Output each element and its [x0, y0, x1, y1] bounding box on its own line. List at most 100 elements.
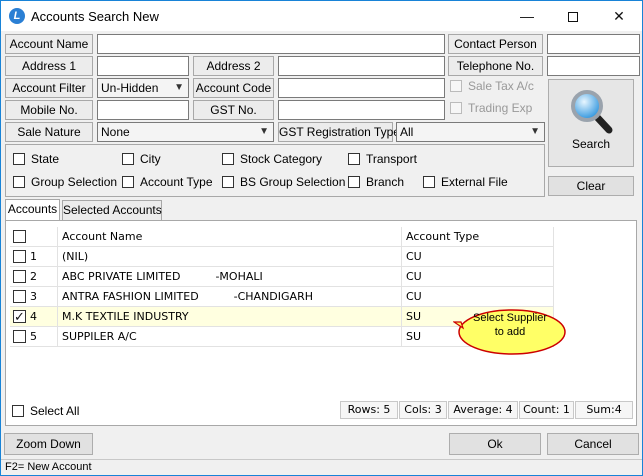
column-header-account-name[interactable]: Account Name — [58, 227, 402, 247]
account-type-cell[interactable]: CU — [402, 287, 554, 307]
stat-average: Average: 4 — [448, 401, 518, 419]
address2-input[interactable] — [278, 56, 445, 76]
bs-group-selection-label: BS Group Selection — [240, 175, 346, 189]
select-all-checkbox[interactable]: Select All — [12, 404, 79, 418]
row-checkbox[interactable] — [13, 270, 26, 283]
title-bar: L Accounts Search New — ✕ — [1, 1, 642, 31]
search-button-label: Search — [571, 137, 611, 151]
address1-label: Address 1 — [5, 56, 93, 76]
account-type-cell[interactable]: CU — [402, 247, 554, 267]
state-checkbox[interactable]: State — [13, 152, 59, 166]
close-button[interactable]: ✕ — [596, 1, 642, 31]
checkbox-icon — [423, 176, 435, 188]
stock-category-checkbox[interactable]: Stock Category — [222, 152, 322, 166]
checkbox-icon — [122, 153, 134, 165]
account-name-cell[interactable]: ABC PRIVATE LIMITED -MOHALI — [58, 267, 402, 287]
callout-line2: to add — [494, 326, 526, 338]
row-select-cell[interactable]: 4 — [10, 307, 58, 327]
stat-cols: Cols: 3 — [399, 401, 447, 419]
account-name-cell[interactable]: (NIL) — [58, 247, 402, 267]
cancel-button[interactable]: Cancel — [547, 433, 639, 455]
row-checkbox[interactable] — [13, 290, 26, 303]
trading-exp-label: Trading Exp — [468, 101, 533, 115]
sale-nature-label: Sale Nature — [5, 122, 93, 142]
grid-header-select — [10, 227, 58, 247]
sale-nature-value: None — [101, 125, 130, 139]
row-select-cell[interactable]: 3 — [10, 287, 58, 307]
row-checkbox[interactable] — [13, 308, 26, 326]
row-checkbox[interactable] — [13, 330, 26, 343]
sale-tax-label: Sale Tax A/c — [468, 79, 534, 93]
bs-group-selection-checkbox[interactable]: BS Group Selection — [222, 175, 345, 189]
callout-annotation: Select Supplier to add — [452, 308, 567, 356]
contact-person-label: Contact Person — [448, 34, 543, 54]
row-select-cell[interactable]: 2 — [10, 267, 58, 287]
gst-input[interactable] — [278, 100, 445, 120]
group-selection-checkbox[interactable]: Group Selection — [13, 175, 117, 189]
row-number: 4 — [30, 310, 37, 323]
account-name-input[interactable] — [97, 34, 445, 54]
status-bar: F2= New Account — [1, 459, 642, 475]
row-number: 2 — [30, 270, 37, 283]
sale-nature-select[interactable]: None ▼ — [97, 122, 274, 142]
ok-button[interactable]: Ok — [449, 433, 541, 455]
checkbox-icon — [348, 153, 360, 165]
address1-input[interactable] — [97, 56, 189, 76]
city-checkbox[interactable]: City — [122, 152, 161, 166]
checkbox-icon — [348, 176, 360, 188]
gst-reg-type-label: GST Registration Type — [278, 122, 400, 142]
contact-person-input[interactable] — [547, 34, 640, 54]
column-header-account-type[interactable]: Account Type — [402, 227, 554, 247]
stock-category-label: Stock Category — [240, 152, 323, 166]
account-code-input[interactable] — [278, 78, 445, 98]
maximize-icon — [568, 12, 578, 23]
checkbox-icon — [12, 405, 24, 417]
checkbox-icon — [122, 176, 134, 188]
row-select-cell[interactable]: 5 — [10, 327, 58, 347]
mobile-input[interactable] — [97, 100, 189, 120]
header-checkbox[interactable] — [13, 230, 26, 243]
chevron-down-icon: ▼ — [259, 126, 269, 137]
row-checkbox[interactable] — [13, 250, 26, 263]
gst-reg-type-value: All — [400, 125, 414, 139]
telephone-input[interactable] — [547, 56, 640, 76]
telephone-label: Telephone No. — [448, 56, 543, 76]
row-select-cell[interactable]: 1 — [10, 247, 58, 267]
transport-checkbox[interactable]: Transport — [348, 152, 417, 166]
account-type-cell[interactable]: CU — [402, 267, 554, 287]
row-number: 3 — [30, 290, 37, 303]
city-label: City — [140, 152, 161, 166]
filter-group: State City Stock Category Transport Grou… — [5, 144, 545, 197]
trading-exp-checkbox[interactable]: Trading Exp — [450, 101, 532, 115]
branch-label: Branch — [366, 175, 405, 189]
external-file-label: External File — [441, 175, 508, 189]
zoom-down-button[interactable]: Zoom Down — [4, 433, 93, 455]
account-name-cell[interactable]: SUPPILER A/C — [58, 327, 402, 347]
account-name-cell[interactable]: ANTRA FASHION LIMITED -CHANDIGARH — [58, 287, 402, 307]
minimize-button[interactable]: — — [504, 1, 550, 31]
checkbox-icon — [13, 176, 25, 188]
gst-reg-type-select[interactable]: All ▼ — [396, 122, 545, 142]
clear-button[interactable]: Clear — [548, 176, 634, 196]
stat-count: Count: 1 — [519, 401, 574, 419]
sale-tax-checkbox[interactable]: Sale Tax A/c — [450, 79, 534, 93]
maximize-button[interactable] — [550, 1, 596, 31]
mobile-label: Mobile No. — [5, 100, 93, 120]
gst-label: GST No. — [193, 100, 274, 120]
external-file-checkbox[interactable]: External File — [423, 175, 508, 189]
account-filter-value: Un-Hidden — [101, 81, 159, 95]
chevron-down-icon: ▼ — [530, 126, 540, 137]
checkbox-icon — [450, 102, 462, 114]
account-code-label: Account Code — [193, 78, 274, 98]
account-filter-select[interactable]: Un-Hidden ▼ — [97, 78, 189, 98]
account-type-checkbox[interactable]: Account Type — [122, 175, 213, 189]
stat-rows: Rows: 5 — [340, 401, 398, 419]
branch-checkbox[interactable]: Branch — [348, 175, 404, 189]
tab-selected-accounts[interactable]: Selected Accounts — [62, 200, 162, 220]
account-name-cell[interactable]: M.K TEXTILE INDUSTRY — [58, 307, 402, 327]
tab-accounts[interactable]: Accounts — [5, 199, 60, 220]
accounts-search-window: L Accounts Search New — ✕ Account Name C… — [0, 0, 643, 476]
window-title: Accounts Search New — [31, 9, 159, 24]
search-button[interactable]: Search — [548, 79, 634, 167]
stat-sum: Sum:4 — [575, 401, 633, 419]
